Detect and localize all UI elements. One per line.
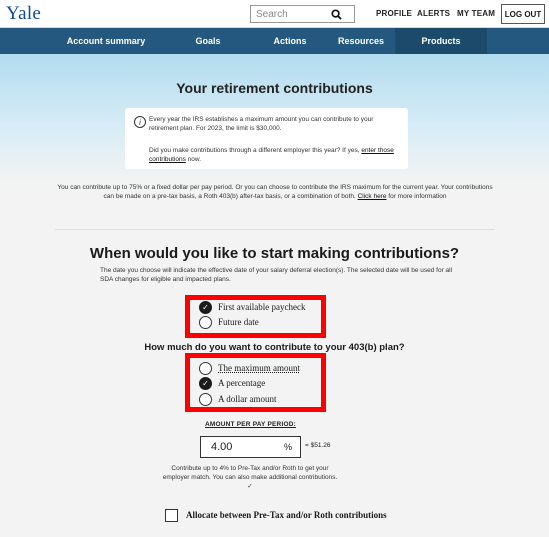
employer-match-note: Contribute up to 4% to Pre-Tax and/or Ro…: [162, 465, 338, 490]
option-label: A percentage: [218, 378, 266, 388]
radio-unchecked-icon[interactable]: [199, 393, 212, 406]
click-here-link[interactable]: Click here: [358, 193, 387, 200]
section-divider: [55, 229, 495, 230]
yale-logo[interactable]: Yale: [6, 3, 41, 25]
nav-goals[interactable]: Goals: [183, 28, 233, 54]
contribution-amount-question: How much do you want to contribute to yo…: [144, 342, 405, 353]
option-label: A dollar amount: [218, 394, 277, 404]
nav-account-summary[interactable]: Account summary: [62, 28, 150, 54]
radio-unchecked-icon[interactable]: [199, 316, 212, 329]
top-header: Yale Search PROFILE ALERTS MY TEAM LOG O…: [0, 0, 549, 28]
allocate-label: Allocate between Pre-Tax and/or Roth con…: [186, 510, 387, 520]
percent-unit: %: [284, 442, 293, 452]
info-icon: i: [134, 116, 146, 128]
start-date-description: The date you choose will indicate the ef…: [100, 267, 453, 283]
search-icon: [330, 8, 342, 20]
logout-button[interactable]: LOG OUT: [501, 4, 545, 24]
search-button[interactable]: [319, 6, 353, 22]
amount-per-pay-period-label: AMOUNT PER PAY PERIOD:: [205, 421, 296, 428]
radio-unchecked-icon[interactable]: [199, 362, 212, 375]
option-label: Future date: [218, 317, 259, 327]
contribution-intro: You can contribute up to 75% or a fixed …: [55, 183, 495, 201]
start-date-question: When would you like to start making cont…: [89, 245, 460, 262]
amount-value: 4.00: [211, 441, 233, 453]
irs-info-box: i Every year the IRS establishes a maxim…: [125, 108, 408, 169]
other-employer-text: Did you make contributions through a dif…: [149, 146, 399, 164]
page-title: Your retirement contributions: [176, 80, 373, 96]
irs-limit-text: Every year the IRS establishes a maximum…: [149, 116, 374, 132]
main-navigation: Account summary Goals Actions Resources …: [0, 28, 549, 54]
amount-input[interactable]: 4.00 %: [200, 436, 301, 458]
radio-checked-icon[interactable]: ✓: [199, 377, 212, 390]
profile-link[interactable]: PROFILE: [376, 9, 412, 18]
allocate-checkbox[interactable]: [165, 509, 178, 522]
nav-actions[interactable]: Actions: [260, 28, 320, 54]
my-team-link[interactable]: MY TEAM: [457, 9, 495, 18]
amount-dollar-equivalent: = $51.26: [305, 442, 331, 449]
radio-checked-icon[interactable]: ✓: [199, 301, 212, 314]
nav-products[interactable]: Products: [395, 28, 487, 54]
option-label: The maximum amount: [218, 363, 300, 373]
alerts-link[interactable]: ALERTS: [417, 9, 450, 18]
option-label: First available paycheck: [218, 302, 306, 312]
other-employer-prefix: Did you make contributions through a dif…: [149, 147, 362, 154]
nav-resources[interactable]: Resources: [330, 28, 392, 54]
intro-suffix: for more information: [386, 193, 447, 200]
other-employer-suffix: now.: [185, 156, 202, 163]
